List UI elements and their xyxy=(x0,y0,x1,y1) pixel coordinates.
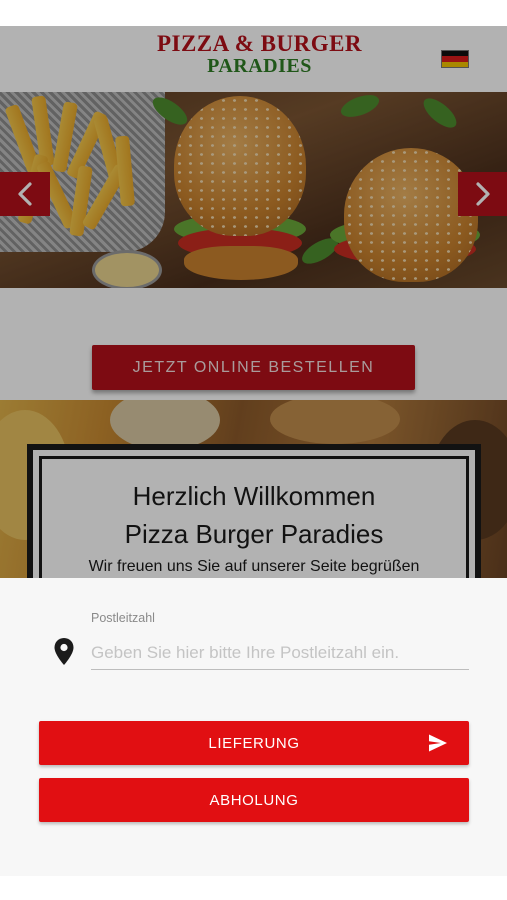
welcome-title-line-1: Herzlich Willkommen xyxy=(132,481,376,511)
pickup-button-label: ABHOLUNG xyxy=(209,791,299,809)
welcome-card: Herzlich Willkommen Pizza Burger Paradie… xyxy=(27,444,481,578)
chevron-right-icon xyxy=(476,182,490,206)
cta-section: JETZT ONLINE BESTELLEN xyxy=(0,288,507,400)
delivery-button[interactable]: LIEFERUNG xyxy=(39,721,469,765)
chevron-left-icon xyxy=(18,182,32,206)
burger-image-2 xyxy=(330,148,480,288)
restaurant-website: PIZZA & BURGER PARADIES JETZT ONLINE BES… xyxy=(0,26,507,578)
map-pin-icon xyxy=(54,638,74,665)
restaurant-logo[interactable]: PIZZA & BURGER PARADIES xyxy=(0,32,507,76)
welcome-title-line-2: Pizza Burger Paradies xyxy=(124,519,384,549)
delivery-button-label: LIEFERUNG xyxy=(208,734,300,752)
logo-line-1: PIZZA & BURGER xyxy=(156,31,363,56)
postcode-label: Postleitzahl xyxy=(91,611,155,625)
dip-sauce-image xyxy=(92,250,162,288)
image-slider xyxy=(0,92,507,288)
order-online-button[interactable]: JETZT ONLINE BESTELLEN xyxy=(92,345,415,390)
burger-image-1 xyxy=(170,96,310,286)
slider-next-button[interactable] xyxy=(458,172,507,216)
site-header: PIZZA & BURGER PARADIES xyxy=(0,26,507,92)
postcode-input[interactable] xyxy=(91,636,469,670)
welcome-subtitle: Wir freuen uns Sie auf unserer Seite beg… xyxy=(88,558,420,575)
slider-prev-button[interactable] xyxy=(0,172,50,216)
german-flag-icon[interactable] xyxy=(441,50,469,68)
pickup-button[interactable]: ABHOLUNG xyxy=(39,778,469,822)
order-type-sheet: Postleitzahl LIEFERUNG ABHOLUNG xyxy=(0,578,507,876)
app-screen: PIZZA & BURGER PARADIES JETZT ONLINE BES… xyxy=(0,0,507,900)
logo-line-2: PARADIES xyxy=(207,55,312,77)
welcome-section: Herzlich Willkommen Pizza Burger Paradie… xyxy=(0,400,507,578)
send-icon xyxy=(429,734,447,752)
